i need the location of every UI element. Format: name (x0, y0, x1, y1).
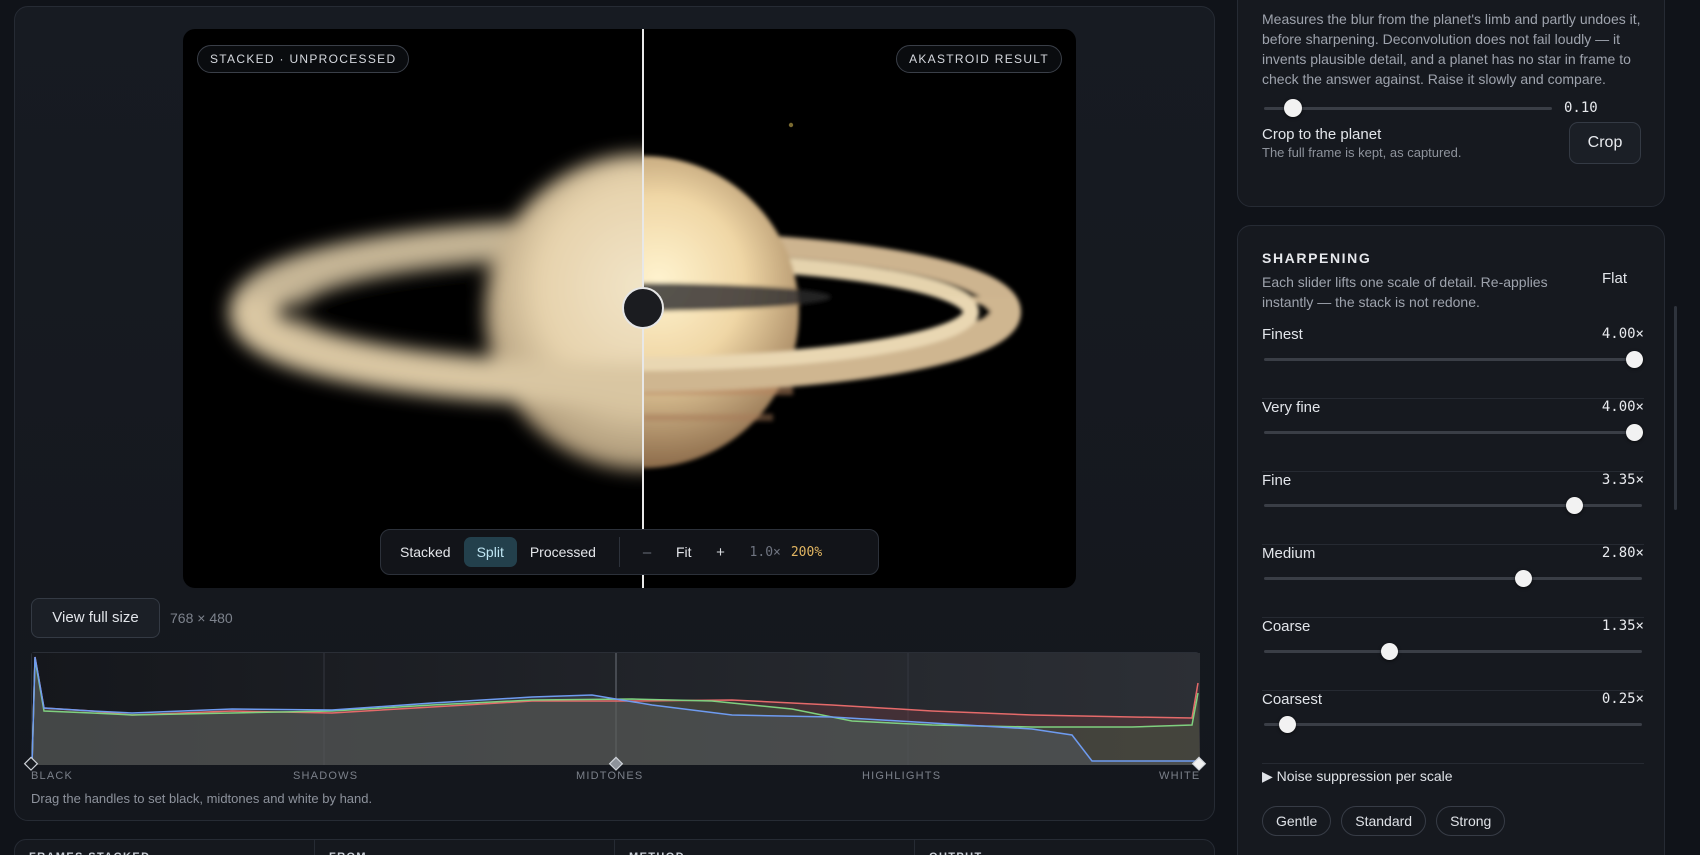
levels-histogram[interactable] (23, 652, 1207, 771)
scale-name: Very fine (1262, 399, 1321, 416)
scale-value: 1.35× (1601, 618, 1644, 634)
image-dimensions: 768 × 480 (170, 610, 233, 626)
scale-row-medium: Medium 2.80× (1262, 545, 1644, 618)
crop-title: Crop to the planet (1262, 126, 1382, 143)
stat-method: METHOD (615, 840, 915, 855)
scale-slider-track[interactable] (1264, 504, 1642, 507)
deconvolution-value: 0.10 (1564, 100, 1598, 116)
panel-scrollbar[interactable] (1674, 306, 1677, 510)
histogram-label-highlights: HIGHLIGHTS (862, 770, 942, 782)
scale-row-finest: Finest 4.00× (1262, 326, 1644, 399)
noise-suppression-toggle[interactable]: ▶ Noise suppression per scale (1262, 768, 1453, 785)
scale-slider-track[interactable] (1264, 650, 1642, 653)
stat-output: OUTPUT (915, 840, 1214, 855)
scale-slider-thumb[interactable] (1279, 716, 1297, 733)
deconvolution-description: Measures the blur from the planet's limb… (1262, 11, 1641, 87)
preset-strong-button[interactable]: Strong (1436, 806, 1506, 836)
scale-slider-thumb[interactable] (1626, 351, 1643, 368)
view-toolbar: Stacked Split Processed – Fit + 1.0× 200… (380, 529, 879, 575)
deconvolution-slider-track[interactable] (1264, 107, 1552, 110)
scale-slider-track[interactable] (1264, 431, 1642, 434)
unprocessed-tag: STACKED · UNPROCESSED (197, 45, 410, 73)
view-full-size-button[interactable]: View full size (31, 598, 160, 638)
preset-standard-button[interactable]: Standard (1341, 806, 1427, 836)
scale-name: Finest (1262, 326, 1303, 343)
preset-gentle-button[interactable]: Gentle (1262, 806, 1332, 836)
zoom-percent-readout: 200% (790, 544, 823, 560)
scale-row-fine: Fine 3.35× (1262, 472, 1644, 545)
preset-group: Gentle Standard Strong (1262, 806, 1506, 836)
result-tag: AKASTROID RESULT (896, 45, 1062, 73)
split-handle[interactable] (622, 287, 664, 329)
scale-value: 4.00× (1601, 399, 1644, 415)
zoom-out-button[interactable]: – (630, 544, 664, 561)
scale-slider-thumb[interactable] (1626, 424, 1643, 441)
scale-slider-thumb[interactable] (1565, 497, 1583, 514)
mode-stacked-button[interactable]: Stacked (387, 537, 464, 567)
crop-button[interactable]: Crop (1569, 122, 1641, 164)
histogram-label-midtones: MIDTONES (576, 770, 644, 782)
scale-slider-thumb[interactable] (1515, 570, 1532, 587)
histogram-label-shadows: SHADOWS (293, 770, 359, 782)
stat-from: FROM (315, 840, 615, 855)
histogram-label-white: WHITE (1159, 770, 1201, 782)
scale-row-coarse: Coarse 1.35× (1262, 618, 1644, 691)
histogram-hint: Drag the handles to set black, midtones … (31, 791, 373, 806)
scale-row-very-fine: Very fine 4.00× (1262, 399, 1644, 472)
scale-slider-track[interactable] (1264, 577, 1642, 580)
scale-name: Coarsest (1262, 691, 1323, 708)
scale-value: 2.80× (1601, 545, 1644, 561)
mode-processed-button[interactable]: Processed (517, 537, 609, 567)
zoom-fit-button[interactable]: Fit (664, 544, 704, 560)
scale-name: Fine (1262, 472, 1292, 489)
flat-button[interactable]: Flat (1602, 270, 1627, 287)
scale-value: 3.35× (1601, 472, 1644, 488)
scale-row-coarsest: Coarsest 0.25× (1262, 691, 1644, 764)
histogram-handles (23, 756, 1207, 771)
stat-frames-stacked: FRAMES STACKED (15, 840, 315, 855)
scale-name: Coarse (1262, 618, 1311, 635)
sharpening-heading: SHARPENING (1262, 250, 1372, 266)
scale-slider-thumb[interactable] (1380, 643, 1398, 660)
deconvolution-card: Measures the blur from the planet's limb… (1237, 0, 1665, 207)
histogram-label-black: BLACK (31, 770, 74, 782)
scale-slider-track[interactable] (1264, 723, 1642, 726)
stack-stats-strip: FRAMES STACKED FROM METHOD OUTPUT (14, 839, 1215, 855)
scale-value: 4.00× (1601, 326, 1644, 342)
deconvolution-slider-thumb[interactable] (1283, 99, 1302, 117)
comparison-viewer[interactable]: STACKED · UNPROCESSED AKASTROID RESULT (183, 29, 1076, 588)
sharpening-description: Each slider lifts one scale of detail. R… (1262, 274, 1548, 310)
scale-name: Medium (1262, 545, 1316, 562)
crop-subtitle: The full frame is kept, as captured. (1262, 145, 1462, 160)
mode-split-button[interactable]: Split (463, 537, 517, 567)
zoom-in-button[interactable]: + (704, 544, 738, 561)
toolbar-divider (618, 537, 620, 567)
scale-value: 0.25× (1601, 691, 1644, 707)
zoom-level-readout: 1.0× (749, 544, 781, 560)
scale-slider-track[interactable] (1264, 358, 1642, 361)
sharpening-card: SHARPENING Each slider lifts one scale o… (1237, 225, 1665, 855)
